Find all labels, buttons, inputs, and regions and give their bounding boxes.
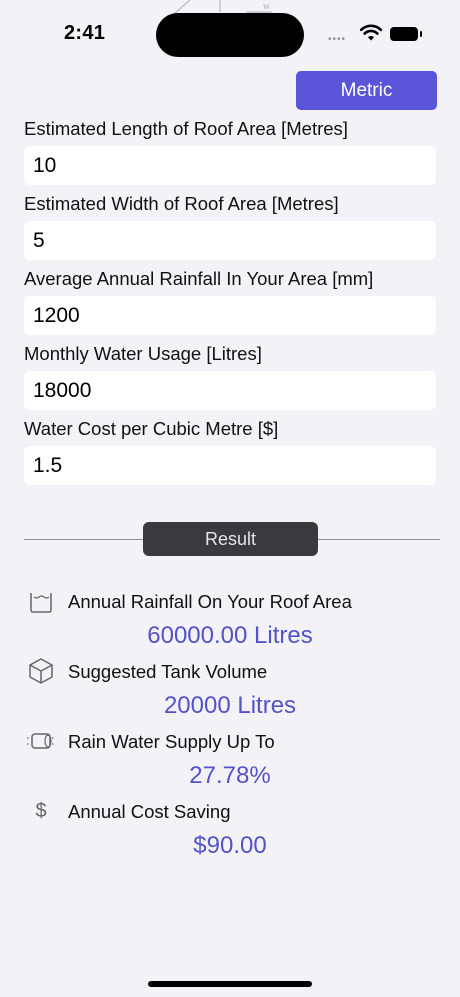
home-indicator[interactable] bbox=[148, 981, 312, 987]
status-icons: •••• bbox=[328, 24, 428, 46]
roof-length-input[interactable]: 10 bbox=[24, 146, 436, 185]
water-usage-label: Monthly Water Usage [Litres] bbox=[24, 343, 262, 364]
rainfall-label: Average Annual Rainfall In Your Area [mm… bbox=[24, 268, 374, 289]
header-illustration-icon: w bbox=[173, 0, 272, 14]
status-time: 2:41 bbox=[64, 22, 106, 44]
tank-icon bbox=[27, 733, 55, 749]
tank-volume-value: 20000 Litres bbox=[163, 692, 297, 719]
water-cost-label: Water Cost per Cubic Metre [$] bbox=[24, 418, 279, 439]
roof-length-label: Estimated Length of Roof Area [Metres] bbox=[24, 118, 348, 139]
unit-toggle-button[interactable]: Metric bbox=[296, 71, 437, 110]
annual-rainfall-value: 60000.00 Litres bbox=[147, 622, 313, 649]
cube-icon bbox=[29, 658, 53, 684]
container-icon bbox=[30, 593, 52, 613]
wifi-icon bbox=[360, 24, 382, 41]
roof-width-label: Estimated Width of Roof Area [Metres] bbox=[24, 193, 339, 214]
annual-rainfall-label: Annual Rainfall On Your Roof Area bbox=[68, 591, 352, 612]
result-divider-right bbox=[317, 539, 440, 540]
water-cost-input[interactable]: 1.5 bbox=[24, 446, 436, 485]
supply-value: 27.78% bbox=[189, 762, 271, 789]
result-button[interactable]: Result bbox=[143, 522, 318, 556]
status-bar: 2:41 w •••• bbox=[0, 0, 460, 70]
supply-label: Rain Water Supply Up To bbox=[68, 731, 275, 752]
svg-text:$: $ bbox=[35, 800, 46, 822]
battery-icon bbox=[390, 27, 422, 41]
svg-text:w: w bbox=[263, 2, 270, 11]
roof-width-input[interactable]: 5 bbox=[24, 221, 436, 260]
water-usage-input[interactable]: 18000 bbox=[24, 371, 436, 410]
cost-saving-label: Annual Cost Saving bbox=[68, 801, 231, 822]
rainfall-input[interactable]: 1200 bbox=[24, 296, 436, 335]
tank-volume-label: Suggested Tank Volume bbox=[68, 661, 268, 682]
dollar-icon: $ bbox=[35, 800, 46, 822]
result-divider-left bbox=[24, 539, 144, 540]
signal-dots-icon: •••• bbox=[328, 34, 347, 45]
dynamic-island bbox=[156, 13, 304, 57]
cost-saving-value: $90.00 bbox=[193, 832, 267, 859]
